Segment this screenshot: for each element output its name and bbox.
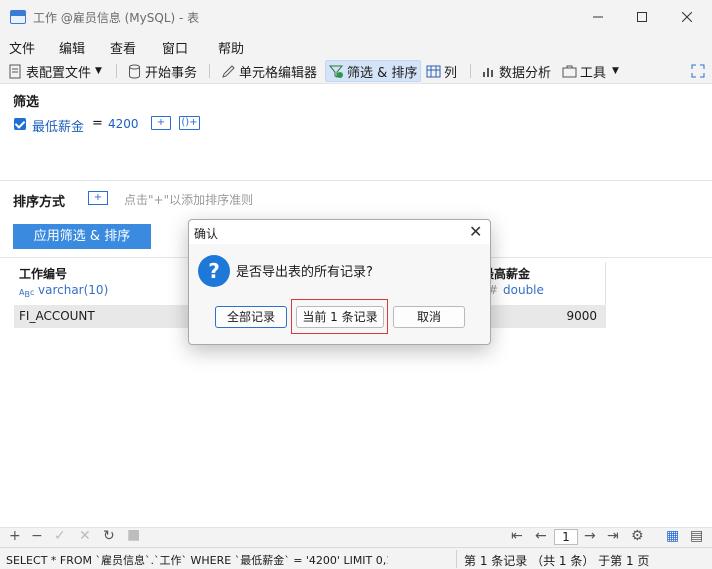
menu-bar: 文件 编辑 查看 窗口 帮助 <box>0 34 712 58</box>
columns-button[interactable]: 列 <box>423 60 460 82</box>
filter-title: 筛选 <box>13 95 40 110</box>
status-sql: SELECT * FROM `雇员信息`.`工作` WHERE `最低薪金` =… <box>6 554 388 567</box>
fullscreen-button[interactable] <box>688 60 708 82</box>
question-icon: ? <box>198 255 230 287</box>
form-view-icon[interactable]: ▤ <box>690 528 703 544</box>
database-icon <box>129 64 140 78</box>
minimize-button[interactable] <box>575 0 621 34</box>
last-page-icon[interactable]: ⇥ <box>607 528 619 544</box>
current-records-button[interactable]: 当前 1 条记录 <box>296 306 384 328</box>
dialog-title-bar: 确认 ✕ <box>189 220 490 244</box>
table-cell[interactable]: 9000 <box>566 309 597 323</box>
gear-icon[interactable]: ⚙ <box>631 528 644 544</box>
window-title: 工作 @雇员信息 (MySQL) - 表 <box>33 11 200 25</box>
text-type-icon: ABc <box>19 288 35 299</box>
maximize-button[interactable] <box>619 0 665 34</box>
minimize-icon <box>593 16 603 18</box>
toolbar-divider <box>470 64 471 78</box>
sort-hint: 点击"+"以添加排序准则 <box>124 193 254 207</box>
data-analysis-label: 数据分析 <box>499 65 552 81</box>
apply-changes-icon[interactable]: ✓ <box>54 528 66 544</box>
chevron-down-icon: ▼ <box>612 66 619 76</box>
filter-sort-label: 筛选 & 排序 <box>347 65 418 81</box>
page-number-input[interactable]: 1 <box>554 529 578 545</box>
menu-edit[interactable]: 编辑 <box>59 38 85 57</box>
data-analysis-button[interactable]: 数据分析 <box>478 60 554 82</box>
title-bar: 工作 @雇员信息 (MySQL) - 表 <box>0 0 712 34</box>
close-icon <box>682 12 692 22</box>
filter-value[interactable]: 4200 <box>108 117 139 131</box>
table-cell[interactable]: FI_ACCOUNT <box>19 309 95 323</box>
column-title: 工作编号 <box>19 267 68 281</box>
stop-icon[interactable]: ■ <box>127 527 140 543</box>
menu-file[interactable]: 文件 <box>9 38 35 57</box>
menu-view[interactable]: 查看 <box>110 38 136 57</box>
close-button[interactable] <box>664 0 710 34</box>
first-page-icon[interactable]: ⇤ <box>511 528 523 544</box>
document-icon <box>9 64 21 78</box>
refresh-icon[interactable]: ↻ <box>103 528 115 544</box>
expand-icon <box>691 64 705 78</box>
filter-checkbox[interactable] <box>14 118 26 130</box>
pencil-icon <box>222 64 235 78</box>
dialog-close-button[interactable]: ✕ <box>469 222 482 241</box>
cell-editor-label: 单元格编辑器 <box>239 65 318 81</box>
tools-label: 工具 <box>580 65 607 81</box>
chevron-down-icon: ▼ <box>95 66 102 76</box>
filter-operator[interactable]: = <box>92 116 103 131</box>
all-records-button[interactable]: 全部记录 <box>215 306 287 328</box>
toolbar-divider <box>209 64 210 78</box>
next-page-icon[interactable]: → <box>584 528 596 544</box>
delete-record-icon[interactable]: − <box>31 528 43 544</box>
apply-filter-sort-button[interactable]: 应用筛选 & 排序 <box>13 224 151 249</box>
add-sort-button[interactable]: + <box>88 191 108 205</box>
filter-icon <box>329 65 344 78</box>
cell-editor-button[interactable]: 单元格编辑器 <box>218 60 320 82</box>
table-config-label: 表配置文件 <box>26 65 92 81</box>
status-records: 第 1 条记录 （共 1 条） 于第 1 页 <box>464 554 650 568</box>
dialog-title: 确认 <box>194 227 219 241</box>
confirm-dialog: 确认 ✕ ? 是否导出表的所有记录? 全部记录 当前 1 条记录 取消 <box>188 219 491 345</box>
add-filter-group-button[interactable]: ()+ <box>179 116 200 130</box>
filter-field[interactable]: 最低薪金 <box>32 116 84 135</box>
begin-transaction-label: 开始事务 <box>145 65 198 81</box>
status-divider <box>456 550 457 568</box>
column-type: varchar(10) <box>38 283 109 297</box>
previous-page-icon[interactable]: ← <box>535 528 547 544</box>
add-filter-button[interactable]: + <box>151 116 171 130</box>
discard-changes-icon[interactable]: ✕ <box>79 528 91 544</box>
section-divider <box>0 180 712 181</box>
menu-window[interactable]: 窗口 <box>162 38 188 57</box>
dialog-message: 是否导出表的所有记录? <box>236 265 373 280</box>
columns-label: 列 <box>444 65 458 81</box>
table-config-button[interactable]: 表配置文件 ▼ <box>5 60 105 82</box>
grid-view-icon[interactable]: ▦ <box>666 528 679 544</box>
cancel-button[interactable]: 取消 <box>393 306 465 328</box>
add-record-icon[interactable]: + <box>9 528 21 544</box>
tools-button[interactable]: 工具 ▼ <box>559 60 622 82</box>
column-type: double <box>503 283 544 297</box>
sort-title: 排序方式 <box>13 195 66 210</box>
maximize-icon <box>637 12 647 22</box>
bar-chart-icon <box>483 67 493 77</box>
status-bar: SELECT * FROM `雇员信息`.`工作` WHERE `最低薪金` =… <box>0 547 712 569</box>
table-app-icon <box>10 10 26 24</box>
toolbar: 表配置文件 ▼ 开始事务 单元格编辑器 筛选 & 排序 列 数据分析 工具 ▼ <box>0 58 712 84</box>
begin-transaction-button[interactable]: 开始事务 <box>124 60 200 82</box>
filter-sort-button[interactable]: 筛选 & 排序 <box>325 60 422 82</box>
toolbar-divider <box>116 64 117 78</box>
toolbox-icon <box>562 65 577 77</box>
grid-icon <box>426 65 441 77</box>
menu-help[interactable]: 帮助 <box>218 38 244 57</box>
